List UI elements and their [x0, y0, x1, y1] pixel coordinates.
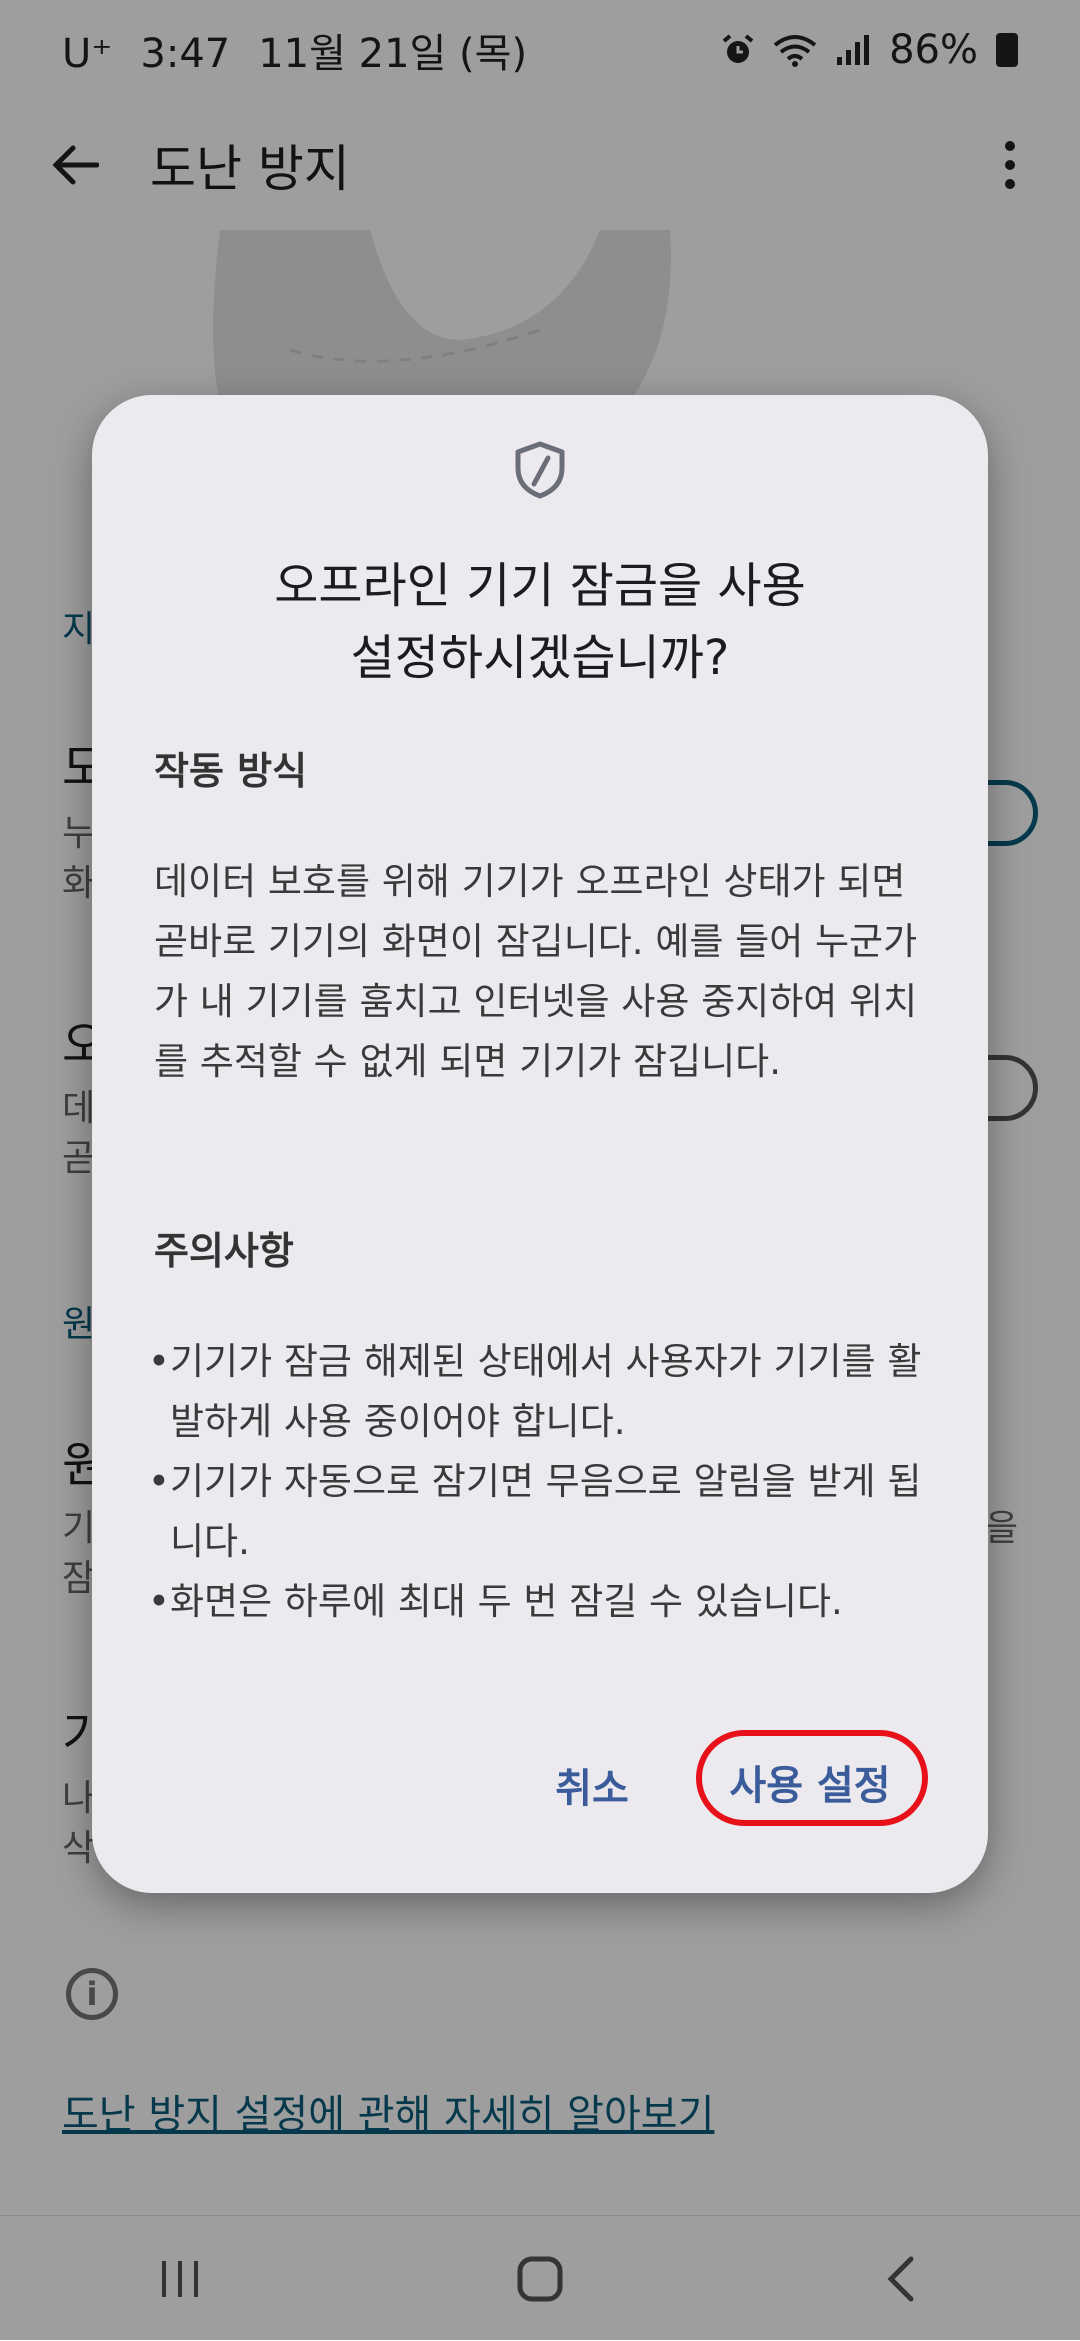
enable-button[interactable]: 사용 설정 — [702, 1740, 918, 1824]
dialog-actions: 취소 사용 설정 — [92, 1730, 988, 1830]
notes-heading: 주의사항 — [154, 1229, 294, 1273]
note-item: 기기가 잠금 해제된 상태에서 사용자가 기기를 활발하게 사용 중이어야 합니… — [148, 1332, 948, 1452]
notes-list: 기기가 잠금 해제된 상태에서 사용자가 기기를 활발하게 사용 중이어야 합니… — [148, 1332, 948, 1632]
shield-icon — [515, 441, 565, 499]
dialog-title: 오프라인 기기 잠금을 사용 설정하시겠습니까? — [152, 550, 928, 694]
cancel-button[interactable]: 취소 — [532, 1740, 652, 1830]
how-it-works-heading: 작동 방식 — [154, 749, 308, 793]
note-item: 기기가 자동으로 잠기면 무음으로 알림을 받게 됩니다. — [148, 1452, 948, 1572]
dialog-title-line1: 오프라인 기기 잠금을 사용 — [274, 558, 806, 614]
how-it-works-body: 데이터 보호를 위해 기기가 오프라인 상태가 되면 곧바로 기기의 화면이 잠… — [154, 860, 918, 1083]
offline-lock-dialog: 오프라인 기기 잠금을 사용 설정하시겠습니까? 작동 방식 데이터 보호를 위… — [92, 395, 988, 1893]
dialog-title-line2: 설정하시겠습니까? — [350, 630, 730, 686]
note-item: 화면은 하루에 최대 두 번 잠길 수 있습니다. — [148, 1572, 948, 1632]
